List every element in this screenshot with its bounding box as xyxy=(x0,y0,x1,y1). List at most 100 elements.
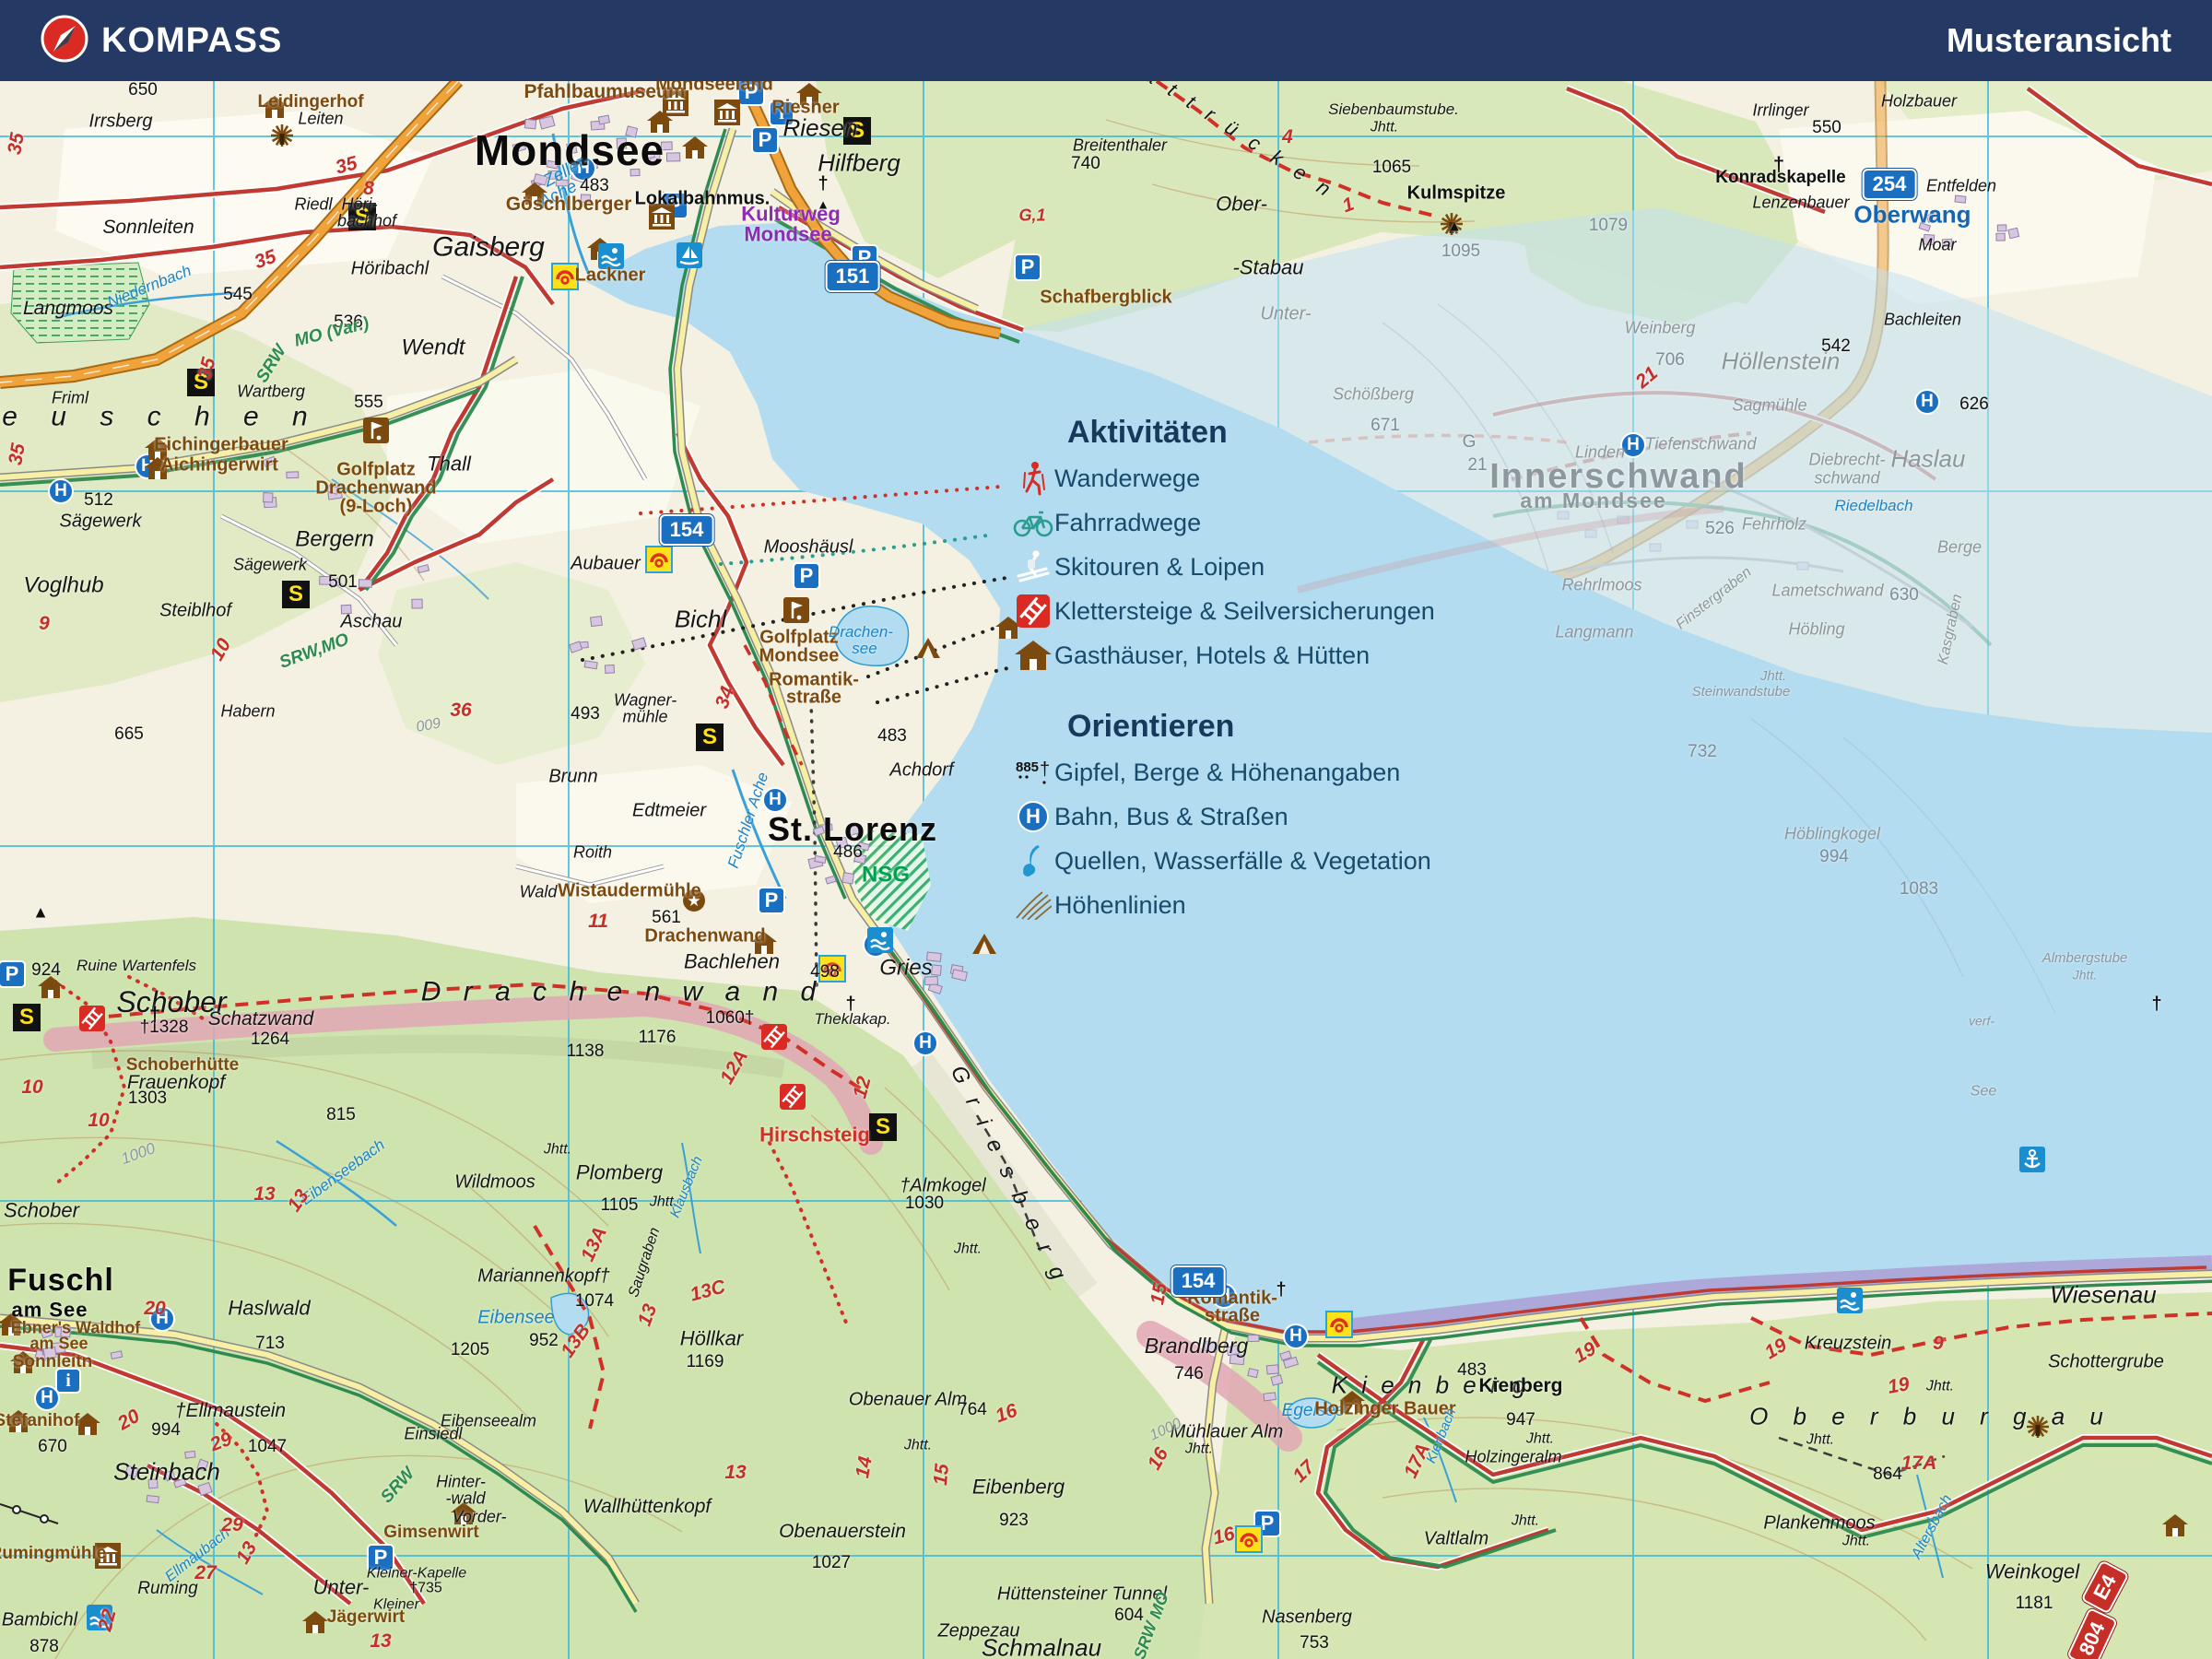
map-label: Jhtt. xyxy=(1841,1533,1871,1549)
map-label: Nasenberg xyxy=(1262,1606,1352,1628)
map-label: G,1 xyxy=(1018,206,1046,225)
map-label: 12 xyxy=(849,1074,876,1101)
map-label: Schößberg xyxy=(1332,384,1415,404)
map-label: Fuschl xyxy=(7,1263,114,1299)
hut-icon xyxy=(1015,641,1052,670)
legend-item-bike: Fahrradwege xyxy=(1012,500,1491,545)
map-label: 13 xyxy=(231,1537,262,1568)
map-label: 16 xyxy=(1143,1443,1173,1474)
map-label: -wald xyxy=(445,1488,486,1508)
legend-item-label: Fahrradwege xyxy=(1054,508,1202,536)
hiker-legend-icon xyxy=(1012,460,1054,497)
map-label: Wildmoos xyxy=(454,1171,535,1193)
bus-stop-icon: H xyxy=(1914,389,1940,415)
golf-icon xyxy=(783,597,809,623)
skier-legend-icon xyxy=(1012,548,1054,585)
map-label: Golfplatz xyxy=(759,627,839,648)
map-label: †735 xyxy=(409,1580,442,1596)
map-label: Wallhüttenkopf xyxy=(582,1495,712,1517)
map-label: 1105 xyxy=(600,1195,639,1216)
parking-icon: P xyxy=(0,960,26,988)
map-label: 947 xyxy=(1506,1410,1535,1430)
map-label: Wiesenau xyxy=(2050,1280,2157,1309)
map-label: Steinwandstube xyxy=(1691,684,1791,700)
map-label: Roith xyxy=(572,842,613,862)
map-label: Eichingerbauer xyxy=(154,434,288,455)
map-label: 13 xyxy=(724,1461,747,1483)
map-label: -Stabau xyxy=(1232,255,1304,279)
map-label: 665 xyxy=(114,724,144,745)
road-shield-154: 154 xyxy=(659,514,714,546)
map-label: 650 xyxy=(128,81,158,100)
map-label: Entfelden xyxy=(1925,176,1997,195)
map-label: SRW xyxy=(1130,1618,1161,1659)
map-label: Mondsee xyxy=(744,222,832,246)
map-label: 35 xyxy=(333,152,360,179)
map-label: Diebrecht- xyxy=(1808,450,1886,469)
map-label: 13A xyxy=(576,1223,612,1265)
legend-activities-list: Wanderwege Fahrradwege Skitouren & Loipen K… xyxy=(1012,456,1491,677)
map-label: 20 xyxy=(144,1297,166,1319)
map-label: 9 xyxy=(1933,1332,1944,1354)
swim-icon-wrap xyxy=(867,927,893,953)
kompass-brand[interactable]: KOMPASS xyxy=(41,15,282,67)
map-label: 1065 xyxy=(1371,158,1412,178)
map-label: Moar xyxy=(1918,235,1957,254)
map-label: Oberwang xyxy=(1853,200,1971,229)
swimming-icon xyxy=(1837,1288,1863,1313)
tent-icon-wrap xyxy=(916,638,940,658)
map-label: See xyxy=(1970,1083,1997,1100)
map-label: 13B xyxy=(557,1320,595,1362)
golf-icon-wrap xyxy=(783,597,809,623)
map-label: Obenauerstein xyxy=(779,1520,906,1542)
map-label: Sagmühle xyxy=(1732,395,1807,415)
camp-icon xyxy=(916,638,940,658)
via-ferrata-icon xyxy=(780,1084,806,1110)
map-label: Langmoos xyxy=(22,297,114,319)
hut-icon xyxy=(682,136,708,159)
map-label: 864 xyxy=(1873,1465,1902,1485)
map-label: Rehrlmoos xyxy=(1561,575,1642,594)
map-label: Bambichl xyxy=(1,1609,78,1630)
map-label: Weinberg xyxy=(1624,318,1696,337)
map-canvas[interactable]: PPPPPPPPPPHHHHHHHHHHHHSSSSSSSii★ Mondsee… xyxy=(0,81,2212,1659)
bus-icon xyxy=(1235,1525,1263,1553)
map-label: 36 xyxy=(450,699,472,721)
map-label: 1027 xyxy=(811,1553,852,1573)
map-label: 15 xyxy=(930,1463,953,1487)
map-label: 13C xyxy=(688,1276,728,1306)
map-label: Valtlalm xyxy=(1423,1528,1489,1549)
map-label: Wald xyxy=(519,882,558,901)
map-label: 10 xyxy=(88,1109,110,1131)
map-label: 1176 xyxy=(638,1028,677,1048)
map-label: 1303 xyxy=(127,1088,168,1109)
map-label: 764 xyxy=(958,1400,987,1420)
map-label: 17 xyxy=(1288,1456,1320,1488)
map-label: Gimsenwirt xyxy=(383,1523,479,1543)
map-label: 19 xyxy=(1570,1337,1600,1368)
contours-legend-icon xyxy=(1012,890,1054,920)
kompass-sample-map: KOMPASS Musteransicht P P P P P P P P P … xyxy=(0,0,2212,1659)
climb-icon-wrap xyxy=(780,1084,806,1110)
map-label: Berge xyxy=(1936,537,1983,557)
map-label: Mühlauer Alm xyxy=(1170,1421,1284,1442)
map-label: 1060† xyxy=(705,1008,755,1029)
map-label: 746 xyxy=(1174,1364,1204,1384)
via-ferrata-icon xyxy=(761,1024,787,1050)
map-label: 14 xyxy=(852,1454,877,1480)
hut-icon xyxy=(2162,1514,2188,1536)
map-label: 1181 xyxy=(2015,1594,2053,1614)
map-label: 923 xyxy=(999,1511,1029,1531)
map-label: Voglhub xyxy=(23,572,104,598)
map-label: am See xyxy=(29,1334,88,1353)
bus-icon-wrap xyxy=(1235,1525,1263,1553)
tent-icon-wrap xyxy=(972,934,996,954)
map-label: 12A xyxy=(715,1046,753,1088)
map-label: Golfplatz xyxy=(336,459,416,480)
map-label: Sägewerk xyxy=(232,555,308,574)
map-label: Saugraben xyxy=(625,1225,664,1300)
map-label: Jhtt. xyxy=(1759,668,1787,685)
legend-item-label: Gasthäuser, Hotels & Hütten xyxy=(1054,641,1371,669)
map-label: Mariannenkopf† xyxy=(477,1265,610,1287)
map-label: Jhtt. xyxy=(903,1437,933,1453)
